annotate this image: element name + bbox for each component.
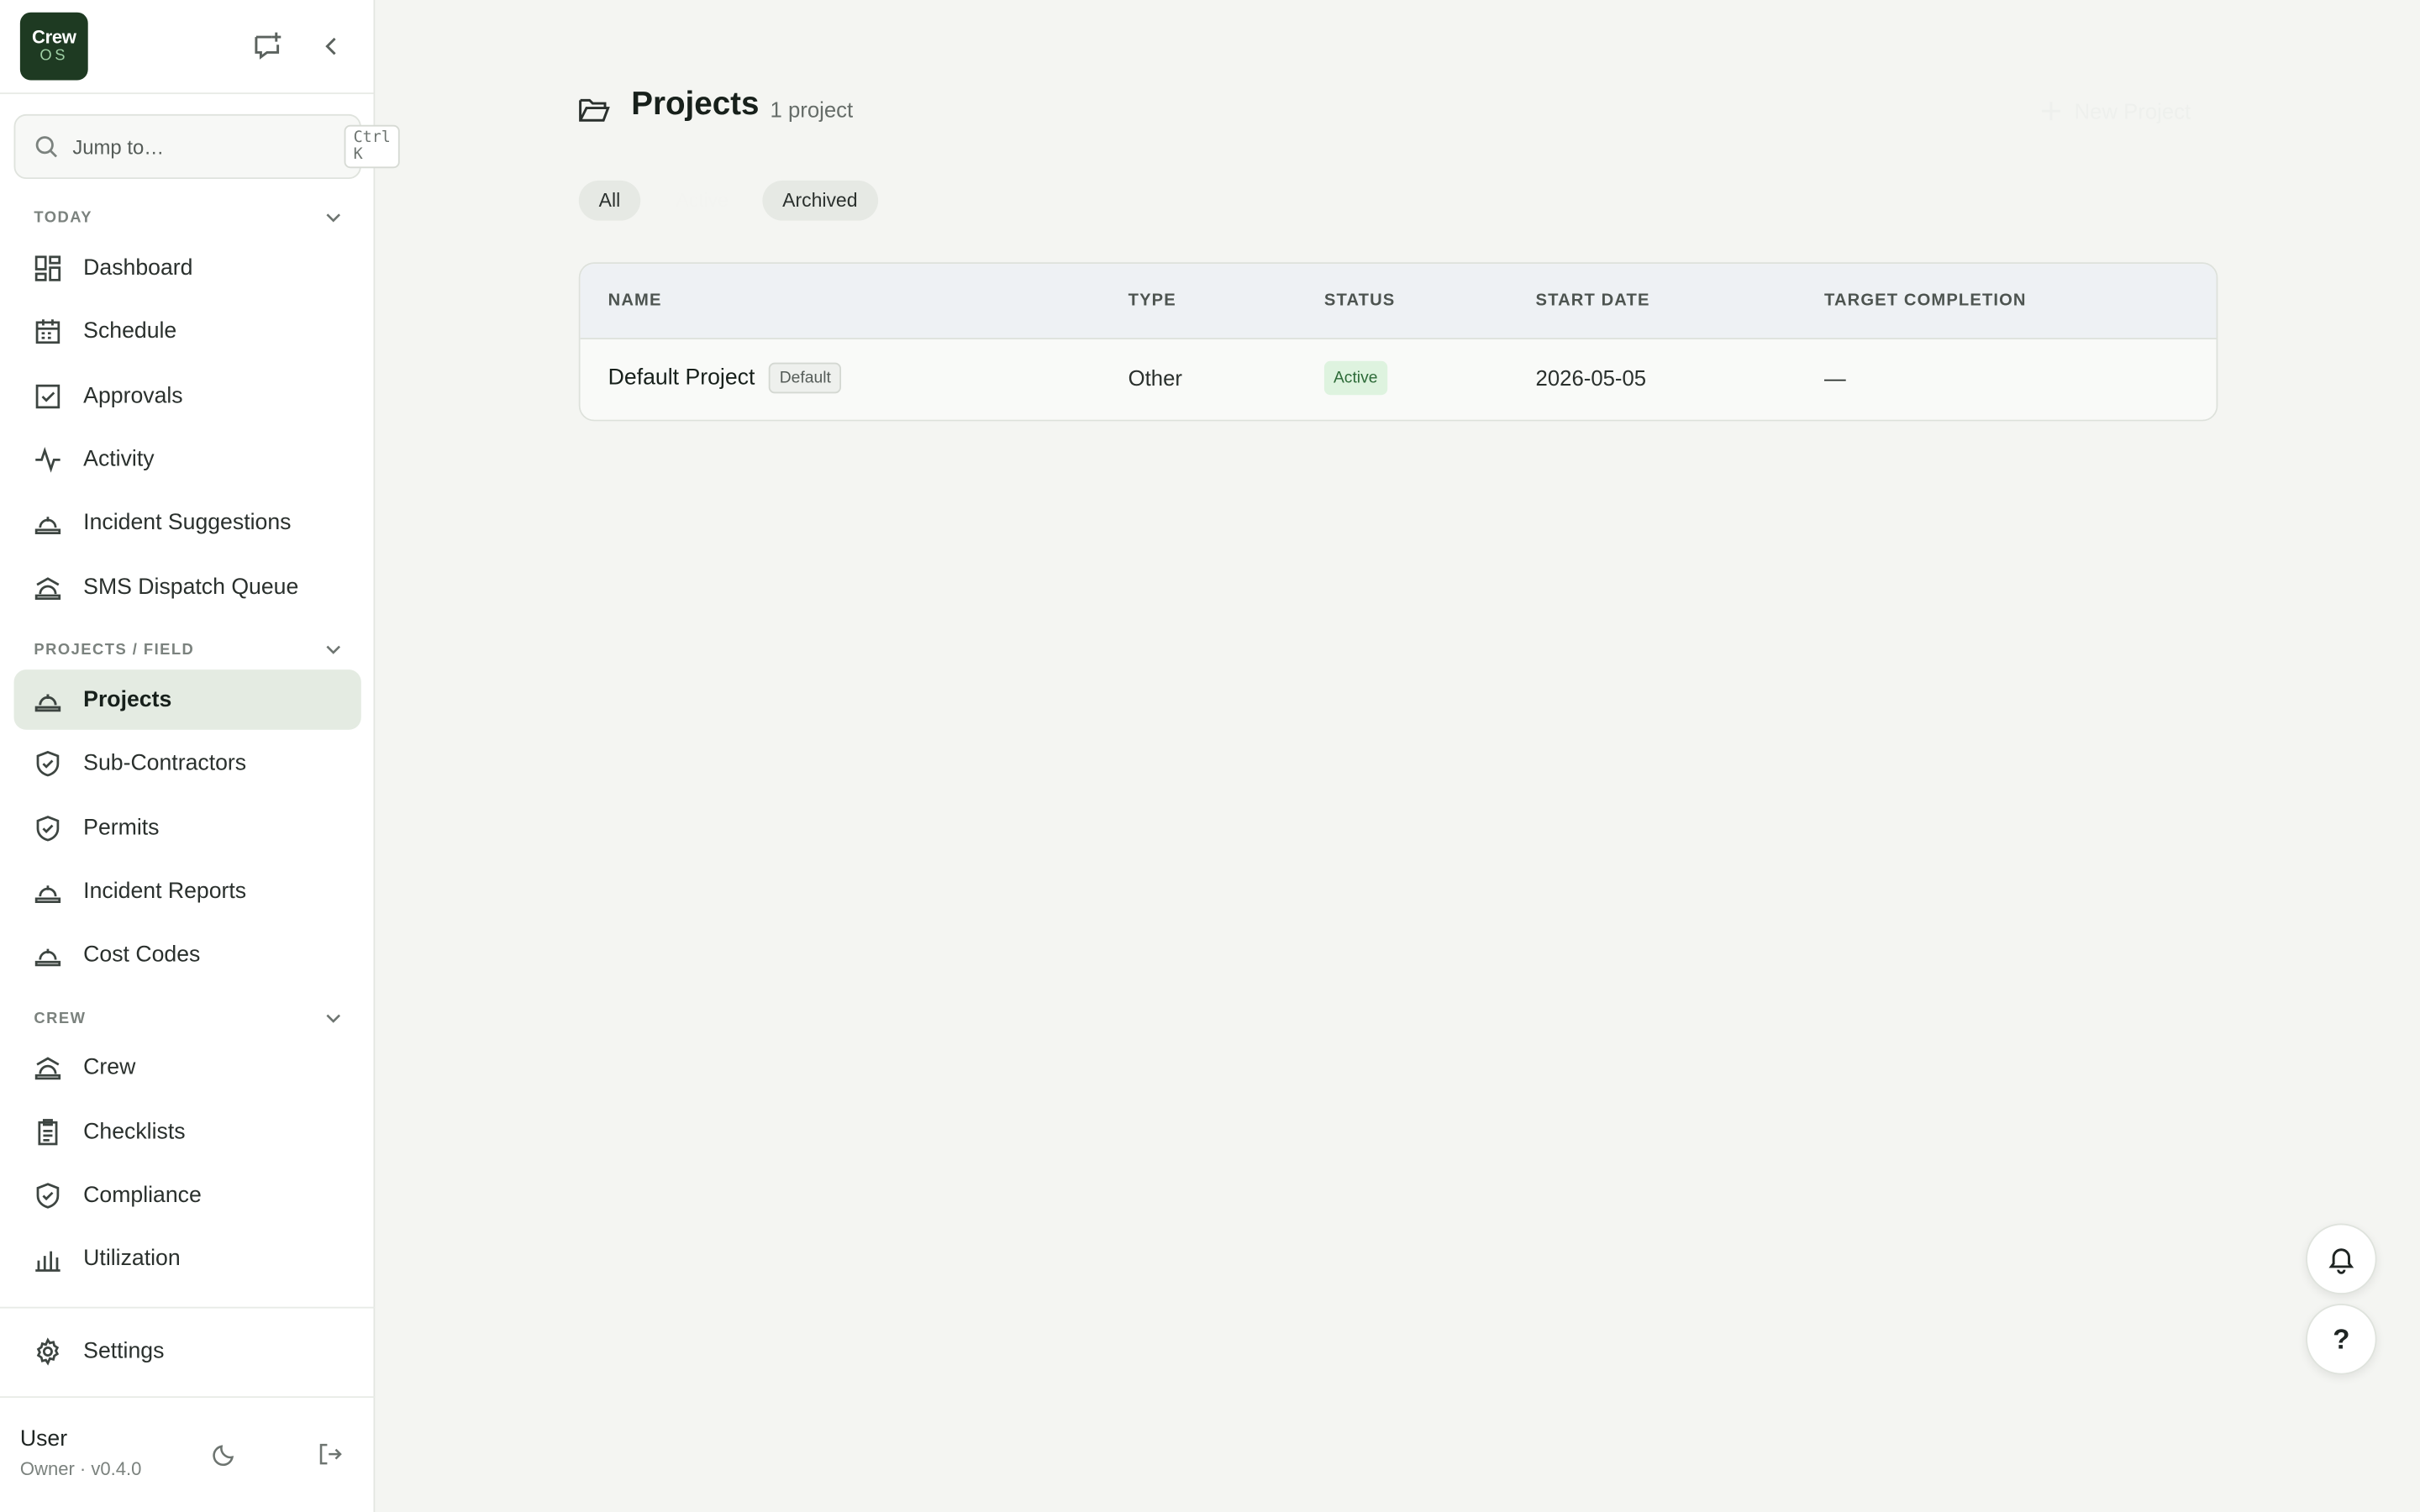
new-project-label: New Project — [2074, 98, 2191, 123]
filter-all[interactable]: All — [578, 180, 641, 221]
project-name-cell[interactable]: Default Project Default — [608, 362, 842, 394]
column-header-status[interactable]: STATUS — [1324, 291, 1395, 310]
help-button[interactable]: ? — [2306, 1304, 2377, 1375]
bell-icon — [2326, 1243, 2357, 1274]
column-header-target-completion[interactable]: TARGET COMPLETION — [1824, 291, 2027, 310]
table-row[interactable]: Default Project Default Other Active 202… — [580, 339, 2217, 420]
project-count: 1 project — [770, 97, 854, 123]
column-header-name[interactable]: NAME — [608, 291, 662, 310]
filter-archived[interactable]: Archived — [762, 180, 878, 221]
page-title: Projects — [631, 86, 760, 123]
column-header-type[interactable]: TYPE — [1128, 291, 1176, 310]
filter-tabs: All Active Archived — [578, 180, 878, 221]
new-project-button[interactable]: New Project — [2040, 92, 2191, 129]
notifications-button[interactable] — [2306, 1223, 2377, 1295]
plus-icon — [2040, 100, 2062, 122]
project-type: Other — [1128, 365, 1182, 391]
project-name: Default Project — [608, 365, 755, 391]
default-tag: Default — [768, 362, 842, 394]
column-header-start-date[interactable]: START DATE — [1536, 291, 1650, 310]
status-badge: Active — [1323, 360, 1387, 396]
filter-active[interactable]: Active — [655, 181, 748, 221]
project-start-date: 2026-05-05 — [1535, 365, 1647, 391]
folder-open-icon — [577, 92, 611, 126]
main-content: Projects 1 project New Project All Activ… — [0, 0, 2420, 1512]
project-target-completion: — — [1824, 365, 1846, 391]
projects-table: NAME TYPE STATUS START DATE TARGET COMPL… — [578, 262, 2218, 422]
table-header: NAME TYPE STATUS START DATE TARGET COMPL… — [580, 264, 2217, 340]
help-icon: ? — [2333, 1323, 2350, 1354]
